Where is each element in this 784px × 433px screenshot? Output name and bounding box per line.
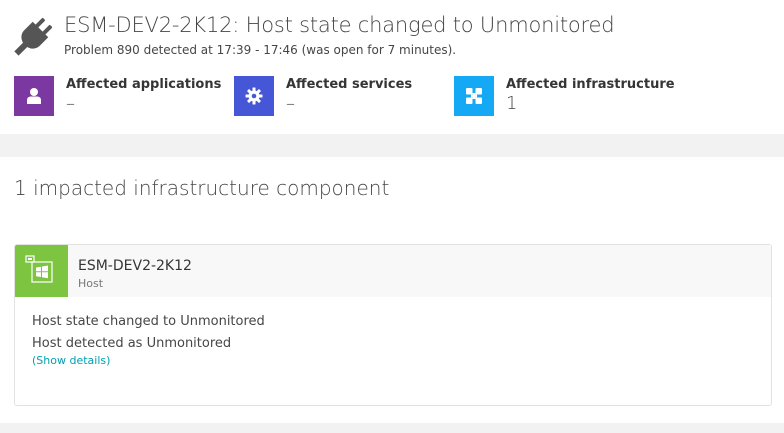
event-text: Host detected as Unmonitored (32, 336, 232, 351)
gear-icon (234, 76, 274, 116)
tile-label: Affected services (286, 77, 413, 92)
plug-icon (14, 17, 52, 56)
host-name[interactable]: ESM-DEV2-2K12 (78, 258, 192, 274)
impacted-components-section: 1 impacted infrastructure component ESM-… (0, 157, 784, 423)
windows-host-icon (15, 245, 68, 297)
affected-applications-tile[interactable]: Affected applications – (14, 76, 224, 116)
affected-services-tile[interactable]: Affected services – (234, 76, 444, 116)
tile-value: – (66, 93, 75, 114)
user-icon (14, 76, 54, 116)
problem-subtitle: Problem 890 detected at 17:39 - 17:46 (w… (64, 43, 457, 57)
problem-header: ESM-DEV2-2K12: Host state changed to Unm… (0, 0, 784, 134)
tile-label: Affected infrastructure (506, 77, 675, 92)
page-title: ESM-DEV2-2K12: Host state changed to Unm… (64, 13, 615, 37)
tile-value: – (286, 93, 295, 114)
affected-infrastructure-tile[interactable]: Affected infrastructure 1 (454, 76, 684, 116)
component-card-header[interactable]: ESM-DEV2-2K12 Host (15, 245, 771, 297)
section-title: 1 impacted infrastructure component (14, 176, 390, 200)
host-type: Host (78, 277, 104, 290)
tile-value: 1 (506, 93, 518, 114)
infrastructure-icon (454, 76, 494, 116)
tile-label: Affected applications (66, 77, 222, 92)
show-details-link[interactable]: (Show details) (32, 354, 110, 367)
event-text: Host state changed to Unmonitored (32, 314, 265, 329)
component-card: ESM-DEV2-2K12 Host Host state changed to… (14, 244, 772, 406)
